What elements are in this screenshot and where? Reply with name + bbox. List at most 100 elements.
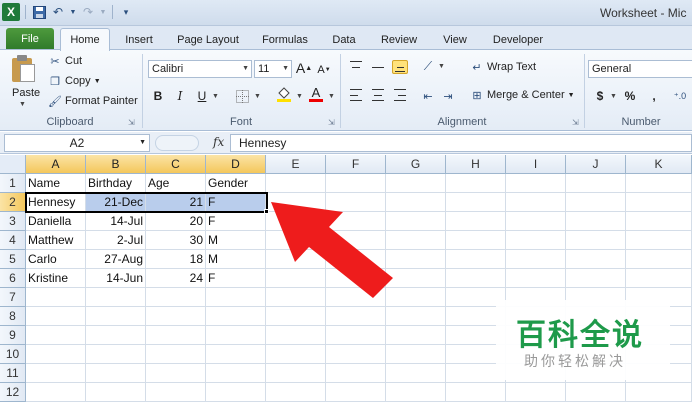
borders-dropdown-icon[interactable]: ▼	[254, 93, 261, 100]
cell-g11[interactable]	[386, 364, 446, 383]
column-header-e[interactable]: E	[266, 155, 326, 174]
currency-button[interactable]: $	[592, 88, 608, 104]
column-header-b[interactable]: B	[86, 155, 146, 174]
cell-i6[interactable]	[506, 269, 566, 288]
cell-g3[interactable]	[386, 212, 446, 231]
cell-a4[interactable]: Matthew	[26, 231, 86, 250]
cell-b11[interactable]	[86, 364, 146, 383]
font-name-dropdown-icon[interactable]: ▼	[242, 61, 249, 77]
wrap-text-button[interactable]: ↵ Wrap Text	[470, 60, 536, 74]
cell-d9[interactable]	[206, 326, 266, 345]
cell-a2[interactable]: Hennesy	[26, 193, 86, 212]
font-size-combo[interactable]: 11 ▼	[254, 60, 292, 78]
row-header-1[interactable]: 1	[0, 174, 26, 193]
align-top-icon[interactable]	[348, 60, 364, 74]
cell-c6[interactable]: 24	[146, 269, 206, 288]
cell-h2[interactable]	[446, 193, 506, 212]
column-header-d[interactable]: D	[206, 155, 266, 174]
decrease-indent-icon[interactable]: ⇤	[420, 88, 436, 104]
column-header-i[interactable]: I	[506, 155, 566, 174]
cut-button[interactable]: ✂ Cut	[48, 54, 82, 68]
cell-c3[interactable]: 20	[146, 212, 206, 231]
increase-indent-icon[interactable]: ⇥	[440, 88, 456, 104]
cell-e9[interactable]	[266, 326, 326, 345]
cell-g2[interactable]	[386, 193, 446, 212]
cell-h6[interactable]	[446, 269, 506, 288]
cell-b1[interactable]: Birthday	[86, 174, 146, 193]
orientation-dropdown-icon[interactable]: ▼	[438, 63, 445, 70]
cell-a11[interactable]	[26, 364, 86, 383]
cell-d10[interactable]	[206, 345, 266, 364]
tab-home[interactable]: Home	[60, 28, 110, 51]
cell-d1[interactable]: Gender	[206, 174, 266, 193]
cell-e11[interactable]	[266, 364, 326, 383]
merge-center-button[interactable]: ⊞ Merge & Center ▼	[470, 88, 575, 102]
cell-c11[interactable]	[146, 364, 206, 383]
percent-button[interactable]: %	[622, 88, 638, 104]
align-center-icon[interactable]	[370, 88, 386, 102]
row-header-11[interactable]: 11	[0, 364, 26, 383]
cell-d2[interactable]: F	[206, 193, 266, 212]
select-all-corner[interactable]	[0, 155, 26, 174]
cell-j12[interactable]	[566, 383, 626, 402]
cell-g5[interactable]	[386, 250, 446, 269]
underline-button[interactable]: U	[194, 88, 210, 104]
cell-i2[interactable]	[506, 193, 566, 212]
row-header-12[interactable]: 12	[0, 383, 26, 402]
cell-j2[interactable]	[566, 193, 626, 212]
cell-i4[interactable]	[506, 231, 566, 250]
cell-j4[interactable]	[566, 231, 626, 250]
cell-g10[interactable]	[386, 345, 446, 364]
merge-center-dropdown-icon[interactable]: ▼	[568, 92, 575, 99]
cell-d8[interactable]	[206, 307, 266, 326]
formula-input[interactable]: Hennesy	[230, 134, 692, 152]
comma-button[interactable]: ,	[646, 88, 662, 104]
cell-k3[interactable]	[626, 212, 692, 231]
cell-a8[interactable]	[26, 307, 86, 326]
cell-h1[interactable]	[446, 174, 506, 193]
cell-e1[interactable]	[266, 174, 326, 193]
font-color-dropdown-icon[interactable]: ▼	[328, 93, 335, 100]
cell-c9[interactable]	[146, 326, 206, 345]
cell-b8[interactable]	[86, 307, 146, 326]
cell-k6[interactable]	[626, 269, 692, 288]
customize-qat-icon[interactable]: ▾	[118, 4, 134, 20]
row-header-5[interactable]: 5	[0, 250, 26, 269]
cell-i3[interactable]	[506, 212, 566, 231]
cell-e12[interactable]	[266, 383, 326, 402]
tab-formulas[interactable]: Formulas	[256, 30, 314, 50]
cell-c7[interactable]	[146, 288, 206, 307]
column-header-h[interactable]: H	[446, 155, 506, 174]
align-middle-icon[interactable]	[370, 60, 386, 74]
name-box[interactable]: A2 ▼	[4, 134, 150, 152]
cell-k2[interactable]	[626, 193, 692, 212]
cell-d12[interactable]	[206, 383, 266, 402]
cell-h12[interactable]	[446, 383, 506, 402]
align-right-icon[interactable]	[392, 88, 408, 102]
fill-color-dropdown-icon[interactable]: ▼	[296, 93, 303, 100]
tab-page-layout[interactable]: Page Layout	[172, 30, 244, 50]
row-header-7[interactable]: 7	[0, 288, 26, 307]
font-name-combo[interactable]: Calibri ▼	[148, 60, 252, 78]
undo-icon[interactable]: ↶	[50, 4, 66, 20]
cell-b5[interactable]: 27-Aug	[86, 250, 146, 269]
tab-view[interactable]: View	[436, 30, 474, 50]
undo-dropdown-icon[interactable]: ▼	[69, 4, 77, 20]
insert-function-icon[interactable]: fx	[213, 135, 224, 149]
cell-g1[interactable]	[386, 174, 446, 193]
cell-j1[interactable]	[566, 174, 626, 193]
excel-logo-icon[interactable]: X	[2, 3, 20, 21]
name-box-dropdown-icon[interactable]: ▼	[139, 135, 146, 151]
cell-c4[interactable]: 30	[146, 231, 206, 250]
cell-i1[interactable]	[506, 174, 566, 193]
cell-c5[interactable]: 18	[146, 250, 206, 269]
cell-a9[interactable]	[26, 326, 86, 345]
cell-g4[interactable]	[386, 231, 446, 250]
cell-g7[interactable]	[386, 288, 446, 307]
tab-review[interactable]: Review	[376, 30, 422, 50]
italic-button[interactable]: I	[172, 88, 188, 104]
cell-i12[interactable]	[506, 383, 566, 402]
cell-h5[interactable]	[446, 250, 506, 269]
cell-a7[interactable]	[26, 288, 86, 307]
cell-d6[interactable]: F	[206, 269, 266, 288]
